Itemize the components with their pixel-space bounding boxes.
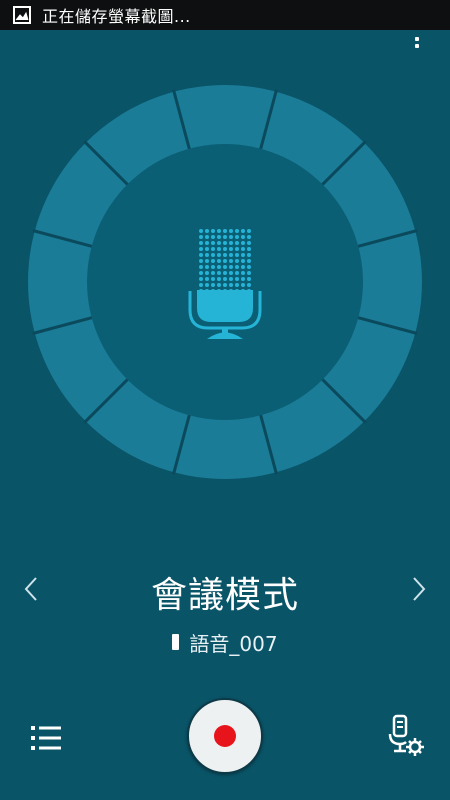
mode-selector: 會議模式 [0, 560, 450, 620]
recording-filename: 語音_007 [0, 628, 450, 656]
status-bar: 正在儲存螢幕截圖... [0, 0, 450, 30]
bottom-controls [0, 690, 450, 790]
status-notification-text: 正在儲存螢幕截圖... [42, 7, 191, 26]
image-icon [12, 5, 32, 25]
mode-title: 會議模式 [150, 575, 299, 616]
recording-dial [0, 60, 450, 500]
chevron-right-icon[interactable] [408, 574, 430, 604]
dial-graphic [28, 85, 422, 479]
mic-settings-button[interactable] [386, 714, 426, 758]
file-indicator-icon [172, 634, 180, 650]
record-button[interactable] [187, 698, 263, 774]
file-name: 語音_007 [189, 631, 278, 656]
mic-settings-icon [388, 714, 424, 756]
recordings-list-button[interactable] [26, 720, 66, 756]
overflow-menu-icon[interactable] [412, 30, 422, 48]
list-icon [31, 726, 61, 750]
record-icon [214, 725, 236, 747]
